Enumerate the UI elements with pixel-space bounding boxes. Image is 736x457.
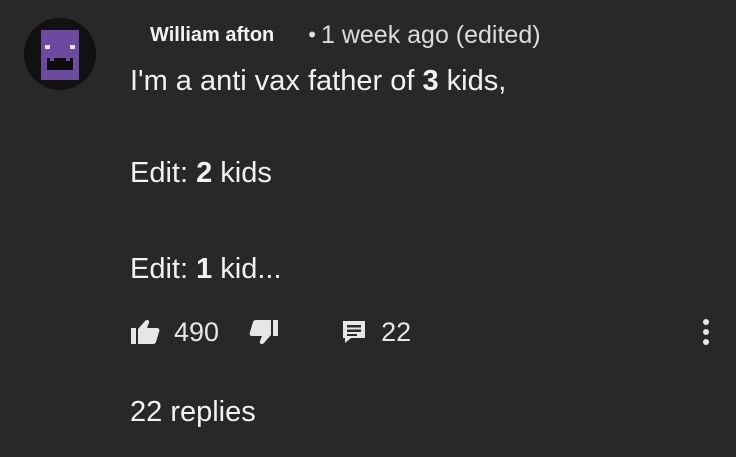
line-1-suffix: kids,: [438, 65, 507, 97]
like-button[interactable]: [130, 319, 160, 345]
timestamp: 1 week ago (edited): [320, 20, 541, 49]
line-3-number: 1: [196, 253, 213, 285]
author-name[interactable]: William afton: [150, 24, 274, 47]
comment-line-2: Edit: 2 kids: [130, 156, 272, 190]
reply-button[interactable]: [341, 319, 367, 345]
line-2-suffix: kids: [212, 157, 272, 189]
more-vertical-icon: [703, 319, 709, 345]
comment-header: William afton • 1 week ago (edited): [150, 20, 541, 50]
reply-count: 22: [381, 316, 412, 347]
comment-line-3: Edit: 1 kid...: [130, 252, 282, 286]
separator-dot: •: [308, 22, 316, 47]
comment-icon: [343, 321, 366, 343]
line-1-text: I'm a anti vax father of: [130, 65, 423, 97]
more-options-button[interactable]: [694, 316, 718, 348]
line-3-suffix: kid...: [212, 253, 282, 285]
comment-actions: 490 22: [130, 314, 411, 350]
like-count: 490: [174, 316, 220, 347]
line-1-number: 3: [422, 65, 439, 97]
view-replies-link[interactable]: 22 replies: [130, 396, 256, 429]
thumbs-down-icon: [249, 320, 279, 345]
purple-guy-avatar-icon: [24, 18, 96, 90]
comment-line-1: I'm a anti vax father of 3 kids,: [130, 64, 506, 98]
thumbs-up-icon: [131, 319, 160, 344]
line-3-text: Edit:: [130, 253, 197, 285]
dislike-button[interactable]: [249, 319, 279, 345]
line-2-text: Edit:: [130, 157, 197, 189]
line-2-number: 2: [196, 157, 213, 189]
avatar[interactable]: [24, 18, 96, 90]
